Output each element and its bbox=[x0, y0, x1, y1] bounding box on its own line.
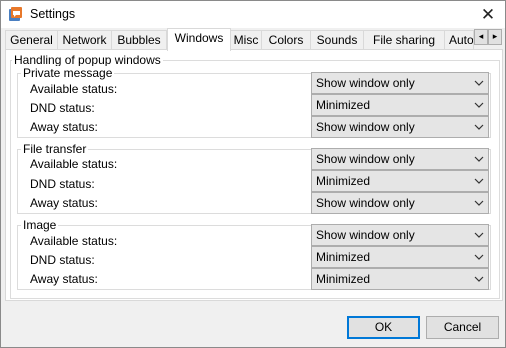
close-icon: ✕ bbox=[480, 4, 496, 25]
dropdown-value: Minimized bbox=[316, 174, 371, 188]
ok-button[interactable]: OK bbox=[347, 316, 420, 339]
tab-misc[interactable]: Misc bbox=[230, 30, 262, 50]
tab-colors[interactable]: Colors bbox=[261, 30, 311, 50]
cancel-button[interactable]: Cancel bbox=[426, 316, 499, 339]
private-message-group: Private message Available status: DND st… bbox=[17, 66, 491, 138]
dnd-status-label: DND status: bbox=[30, 177, 95, 191]
tab-bar: General Network Bubbles Windows Misc Col… bbox=[5, 28, 503, 51]
image-group: Image Available status: DND status: Away… bbox=[17, 218, 491, 290]
tab-network[interactable]: Network bbox=[57, 30, 112, 50]
private-away-dropdown[interactable]: Show window only bbox=[311, 116, 489, 138]
file-available-dropdown[interactable]: Show window only bbox=[311, 148, 489, 170]
chevron-down-icon bbox=[474, 247, 484, 267]
private-message-title: Private message bbox=[21, 66, 115, 80]
file-transfer-title: File transfer bbox=[21, 142, 89, 156]
file-away-dropdown[interactable]: Show window only bbox=[311, 192, 489, 214]
tab-windows[interactable]: Windows bbox=[167, 28, 231, 51]
chevron-down-icon bbox=[474, 171, 484, 191]
image-title: Image bbox=[21, 218, 59, 232]
title-bar: Settings ✕ bbox=[1, 1, 505, 28]
tab-scroll-right-button[interactable]: ▸ bbox=[488, 29, 502, 45]
chevron-down-icon bbox=[474, 95, 484, 115]
chevron-down-icon bbox=[474, 225, 484, 245]
dropdown-value: Show window only bbox=[316, 152, 415, 166]
dnd-status-label: DND status: bbox=[30, 101, 95, 115]
image-available-dropdown[interactable]: Show window only bbox=[311, 224, 489, 246]
dropdown-value: Minimized bbox=[316, 272, 371, 286]
away-status-label: Away status: bbox=[30, 272, 98, 286]
popup-handling-title: Handling of popup windows bbox=[12, 53, 163, 67]
chevron-down-icon bbox=[474, 193, 484, 213]
private-available-dropdown[interactable]: Show window only bbox=[311, 72, 489, 94]
dropdown-value: Minimized bbox=[316, 250, 371, 264]
window-title: Settings bbox=[30, 7, 76, 21]
available-status-label: Available status: bbox=[30, 82, 118, 96]
dnd-status-label: DND status: bbox=[30, 253, 95, 267]
app-logo-icon bbox=[8, 6, 24, 22]
image-away-dropdown[interactable]: Minimized bbox=[311, 268, 489, 290]
dropdown-value: Show window only bbox=[316, 228, 415, 242]
close-button[interactable]: ✕ bbox=[471, 1, 505, 28]
settings-window: Settings ✕ General Network Bubbles Windo… bbox=[0, 0, 506, 348]
file-transfer-group: File transfer Available status: DND stat… bbox=[17, 142, 491, 214]
tab-file-sharing[interactable]: File sharing bbox=[363, 30, 445, 50]
dialog-button-bar: OK Cancel bbox=[1, 301, 505, 347]
chevron-down-icon bbox=[474, 117, 484, 137]
available-status-label: Available status: bbox=[30, 234, 118, 248]
private-dnd-dropdown[interactable]: Minimized bbox=[311, 94, 489, 116]
file-dnd-dropdown[interactable]: Minimized bbox=[311, 170, 489, 192]
tab-bubbles[interactable]: Bubbles bbox=[111, 30, 167, 50]
chevron-right-icon: ▸ bbox=[492, 32, 498, 42]
windows-tab-panel: Handling of popup windows Private messag… bbox=[5, 49, 503, 301]
tab-scroll-left-button[interactable]: ◂ bbox=[474, 29, 488, 45]
chevron-left-icon: ◂ bbox=[478, 32, 484, 42]
dropdown-value: Minimized bbox=[316, 98, 371, 112]
dropdown-value: Show window only bbox=[316, 120, 415, 134]
dropdown-value: Show window only bbox=[316, 196, 415, 210]
image-dnd-dropdown[interactable]: Minimized bbox=[311, 246, 489, 268]
tab-general[interactable]: General bbox=[5, 30, 58, 50]
chevron-down-icon bbox=[474, 269, 484, 289]
tab-sounds[interactable]: Sounds bbox=[310, 30, 364, 50]
chevron-down-icon bbox=[474, 149, 484, 169]
dropdown-value: Show window only bbox=[316, 76, 415, 90]
tab-auto[interactable]: Auto bbox=[444, 30, 474, 50]
away-status-label: Away status: bbox=[30, 196, 98, 210]
away-status-label: Away status: bbox=[30, 120, 98, 134]
chevron-down-icon bbox=[474, 73, 484, 93]
available-status-label: Available status: bbox=[30, 157, 118, 171]
